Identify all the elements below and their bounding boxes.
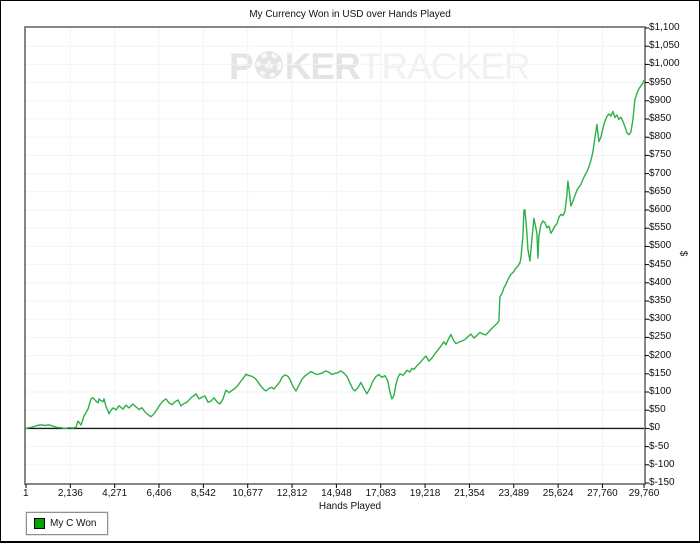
y-axis-title: $ <box>677 250 689 257</box>
chart-window: My Currency Won in USD over Hands Played… <box>0 0 700 543</box>
x-axis-title: Hands Played <box>318 501 382 512</box>
legend-swatch-icon <box>34 518 45 529</box>
series-line-my-c-won <box>25 79 645 430</box>
legend-item-my-c-won[interactable]: My C Won <box>26 512 108 535</box>
legend-label: My C Won <box>50 518 97 529</box>
chart-title: My Currency Won in USD over Hands Played <box>249 9 451 20</box>
chart-plot-area[interactable] <box>1 1 700 543</box>
plot-border <box>24 26 646 485</box>
